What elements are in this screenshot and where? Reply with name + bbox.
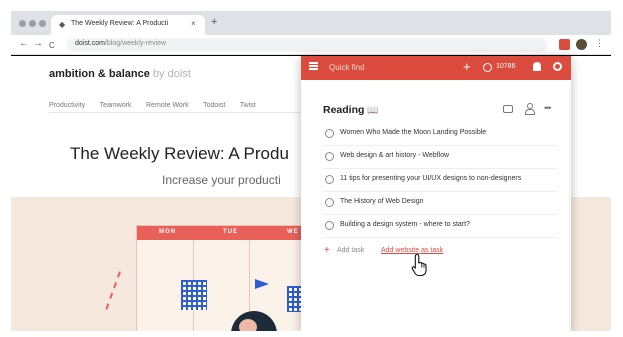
paper-plane-illustration	[255, 279, 269, 289]
address-bar[interactable]: doist.com/blog/weekly-review	[67, 38, 547, 52]
brand-name: ambition & balance	[49, 68, 150, 80]
add-task-button[interactable]: Add task	[337, 247, 364, 254]
task-content[interactable]: 11 tips for presenting your UI/UX design…	[340, 175, 521, 182]
tab-close-icon[interactable]: ×	[191, 19, 196, 28]
more-icon[interactable]: •••	[544, 103, 552, 113]
quick-find-input[interactable]: Quick find	[329, 63, 365, 72]
reload-button[interactable]: C	[49, 40, 55, 52]
person-icon[interactable]	[525, 103, 535, 115]
hamburger-icon[interactable]	[309, 62, 318, 64]
task-row[interactable]: Web design & art history - Webflow	[323, 147, 557, 169]
nav-link-teamwork[interactable]: Teamwork	[100, 102, 132, 109]
hand-pointer-icon	[411, 253, 427, 277]
calendar-illustration: MON TUE WE	[136, 225, 305, 331]
url-domain: doist.com	[75, 40, 105, 47]
gear-icon[interactable]	[553, 62, 562, 71]
profile-avatar[interactable]	[576, 39, 587, 50]
browser-menu-icon[interactable]: ⋮	[595, 38, 604, 49]
new-tab-button[interactable]: +	[211, 16, 217, 28]
window-minimize-dot[interactable]	[29, 20, 36, 27]
todoist-top-bar: Quick find + 10786	[301, 56, 571, 80]
add-task-plus-icon[interactable]: +	[324, 246, 330, 256]
todoist-popup: Quick find + 10786 Reading 📖 ••• Women W…	[301, 56, 571, 331]
url-path: /blog/weekly-review	[104, 40, 167, 47]
karma-count[interactable]: 10786	[496, 63, 515, 70]
calendar-header: MON TUE WE	[137, 226, 305, 240]
task-checkbox[interactable]	[325, 152, 334, 161]
task-content[interactable]: Women Who Made the Moon Landing Possible	[340, 129, 486, 136]
site-brand[interactable]: ambition & balance by doist	[49, 68, 191, 80]
doist-favicon-icon: ◆	[59, 20, 66, 29]
browser-toolbar: ← → C doist.com/blog/weekly-review ⋮	[11, 35, 611, 55]
task-content[interactable]: The History of Web Design	[340, 198, 424, 205]
grid-pattern-illustration	[181, 280, 207, 310]
nav-link-remote-work[interactable]: Remote Work	[146, 102, 189, 109]
comment-icon[interactable]	[503, 105, 513, 113]
window-zoom-dot[interactable]	[39, 20, 46, 27]
task-content[interactable]: Building a design system - where to star…	[340, 221, 470, 228]
book-icon: 📖	[367, 105, 379, 115]
add-task-row: + Add task Add website as task	[323, 246, 557, 260]
task-checkbox[interactable]	[325, 221, 334, 230]
todoist-extension-icon[interactable]	[559, 39, 570, 50]
window-close-dot[interactable]	[19, 20, 26, 27]
task-row[interactable]: The History of Web Design	[323, 193, 557, 215]
nav-divider	[49, 112, 303, 113]
site-nav: Productivity Teamwork Remote Work Todois…	[49, 94, 266, 112]
task-checkbox[interactable]	[325, 175, 334, 184]
plus-icon[interactable]: +	[463, 60, 471, 74]
task-row[interactable]: Building a design system - where to star…	[323, 216, 557, 238]
nav-link-todoist[interactable]: Todoist	[203, 102, 225, 109]
screenshot-frame: ◆ The Weekly Review: A Producti × + ← → …	[0, 0, 623, 337]
address-text: doist.com/blog/weekly-review	[75, 40, 166, 47]
browser-tab[interactable]: ◆ The Weekly Review: A Producti ×	[51, 15, 205, 35]
scrollbar-track[interactable]	[569, 86, 570, 331]
project-name: Reading	[323, 104, 365, 116]
task-content[interactable]: Web design & art history - Webflow	[340, 152, 449, 159]
tab-title: The Weekly Review: A Producti	[71, 20, 169, 27]
task-row[interactable]: 11 tips for presenting your UI/UX design…	[323, 170, 557, 192]
browser-tab-strip: ◆ The Weekly Review: A Producti × +	[11, 11, 611, 35]
task-row[interactable]: Women Who Made the Moon Landing Possible	[323, 124, 557, 146]
bell-icon[interactable]	[533, 62, 541, 71]
article-title: The Weekly Review: A Produ	[70, 144, 289, 163]
task-checkbox[interactable]	[325, 129, 334, 138]
project-title: Reading 📖	[323, 104, 379, 116]
task-checkbox[interactable]	[325, 198, 334, 207]
calendar-day-label: MON	[159, 229, 176, 235]
article-subtitle: Increase your producti	[162, 173, 281, 187]
forward-button[interactable]: →	[33, 38, 43, 50]
calendar-day-label: TUE	[223, 229, 238, 235]
nav-link-twist[interactable]: Twist	[240, 102, 256, 109]
nav-link-productivity[interactable]: Productivity	[49, 102, 85, 109]
calendar-day-label: WE	[287, 229, 299, 235]
back-button[interactable]: ←	[19, 38, 29, 50]
brand-by: by doist	[152, 68, 191, 80]
person-face-illustration	[239, 319, 257, 331]
screen: ◆ The Weekly Review: A Producti × + ← → …	[11, 11, 611, 331]
karma-icon[interactable]	[483, 63, 492, 72]
